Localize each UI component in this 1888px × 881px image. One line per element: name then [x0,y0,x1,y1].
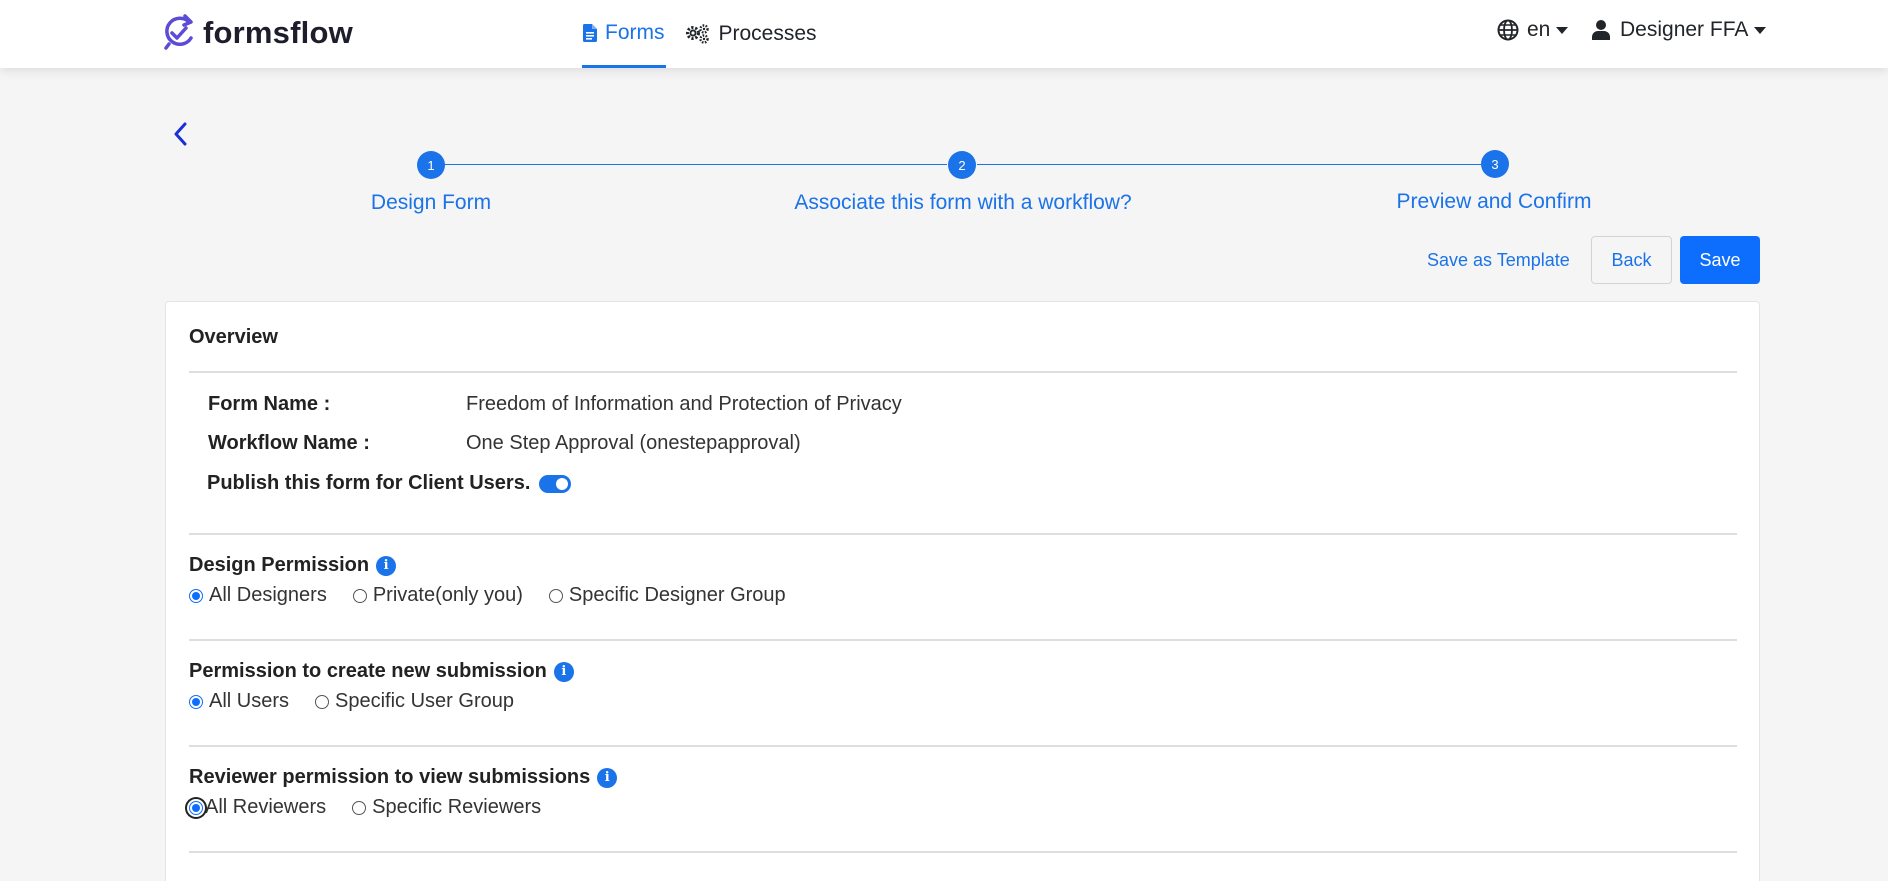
step-2-label[interactable]: Associate this form with a workflow? [794,191,1131,215]
radio-label: Specific Designer Group [568,584,786,606]
radio-button[interactable] [548,588,563,603]
user-icon [1592,20,1610,40]
radio-button[interactable] [189,588,203,603]
radio-button[interactable] [189,800,203,815]
nav-processes-label: Processes [718,22,817,45]
user-dropdown[interactable]: Designer FFA [1592,18,1767,42]
nav-forms[interactable]: Forms [582,0,666,68]
brand-name: formsflow [203,15,353,50]
divider [189,851,1737,853]
globe-icon [1497,19,1519,41]
file-icon [583,23,597,42]
step-connector [977,164,1481,165]
radio-button[interactable] [352,800,367,815]
divider [189,639,1737,641]
step-1-label[interactable]: Design Form [371,191,491,215]
info-icon[interactable]: i [553,661,574,682]
radio-label: Private(only you) [372,584,523,606]
user-name: Designer FFA [1620,18,1749,41]
nav-forms-label: Forms [605,20,665,44]
reviewer-permission-title: Reviewer permission to view submissions … [189,766,618,789]
design-permission-options: All Designers Private(only you) Specific… [189,584,812,607]
step-3-number[interactable]: 3 [1481,150,1509,178]
submission-permission-options: All Users Specific User Group [189,690,540,713]
radio-all-designers[interactable]: All Designers [189,584,327,607]
publish-toggle[interactable] [539,474,572,493]
reviewer-permission-options: All Reviewers Specific Reviewers [189,796,567,819]
save-button[interactable]: Save [1680,236,1760,284]
radio-specific-designer-group[interactable]: Specific Designer Group [548,584,786,607]
workflow-name-value: One Step Approval (onestepapproval) [466,432,801,454]
language-dropdown[interactable]: en [1497,18,1569,42]
divider [189,371,1737,373]
divider [189,533,1737,535]
reviewer-permission-label: Reviewer permission to view submissions [189,766,591,788]
step-connector [445,164,947,165]
radio-label: All Designers [209,584,327,606]
save-as-template-button[interactable]: Save as Template [1415,236,1582,284]
radio-label: All Users [209,690,290,712]
overview-card: Overview Form Name : Freedom of Informat… [165,301,1760,881]
radio-all-reviewers[interactable]: All Reviewers [189,796,326,819]
overview-title: Overview [189,326,278,348]
design-permission-label: Design Permission [189,554,370,576]
radio-button[interactable] [315,694,330,709]
form-name-label: Form Name : [208,393,331,415]
submission-permission-title: Permission to create new submission i [189,660,574,683]
brand-logo[interactable]: formsflow [161,12,353,54]
form-name-value: Freedom of Information and Protection of… [466,393,902,415]
workflow-name-label: Workflow Name : [208,432,370,454]
formsflow-logo-icon [164,14,193,50]
step-3-label[interactable]: Preview and Confirm [1397,190,1592,214]
radio-label: All Reviewers [205,796,327,818]
language-label: en [1527,18,1551,41]
chevron-down-icon [1754,26,1767,34]
radio-private[interactable]: Private(only you) [352,584,523,607]
divider [189,745,1737,747]
radio-all-users[interactable]: All Users [189,690,289,713]
radio-label: Specific Reviewers [372,796,542,818]
gears-icon [685,24,711,44]
publish-row: Publish this form for Client Users. [207,472,572,495]
submission-permission-label: Permission to create new submission [189,660,547,682]
back-button[interactable]: Back [1591,236,1672,284]
publish-label: Publish this form for Client Users. [207,472,531,494]
radio-specific-reviewers[interactable]: Specific Reviewers [352,796,541,819]
main-nav: Forms Processes [582,0,818,68]
radio-button[interactable] [352,588,367,603]
design-permission-title: Design Permission i [189,554,397,577]
info-icon[interactable]: i [376,555,397,576]
radio-label: Specific User Group [335,690,514,712]
back-chevron-icon[interactable] [170,120,192,148]
step-1-number[interactable]: 1 [417,151,445,179]
chevron-down-icon [1556,26,1569,34]
radio-specific-user-group[interactable]: Specific User Group [315,690,514,713]
nav-processes[interactable]: Processes [684,0,818,68]
step-2-number[interactable]: 2 [948,151,976,179]
top-navbar: formsflow Forms Processes en Designer FF… [0,0,1888,68]
info-icon[interactable]: i [597,767,618,788]
radio-button[interactable] [189,694,203,709]
